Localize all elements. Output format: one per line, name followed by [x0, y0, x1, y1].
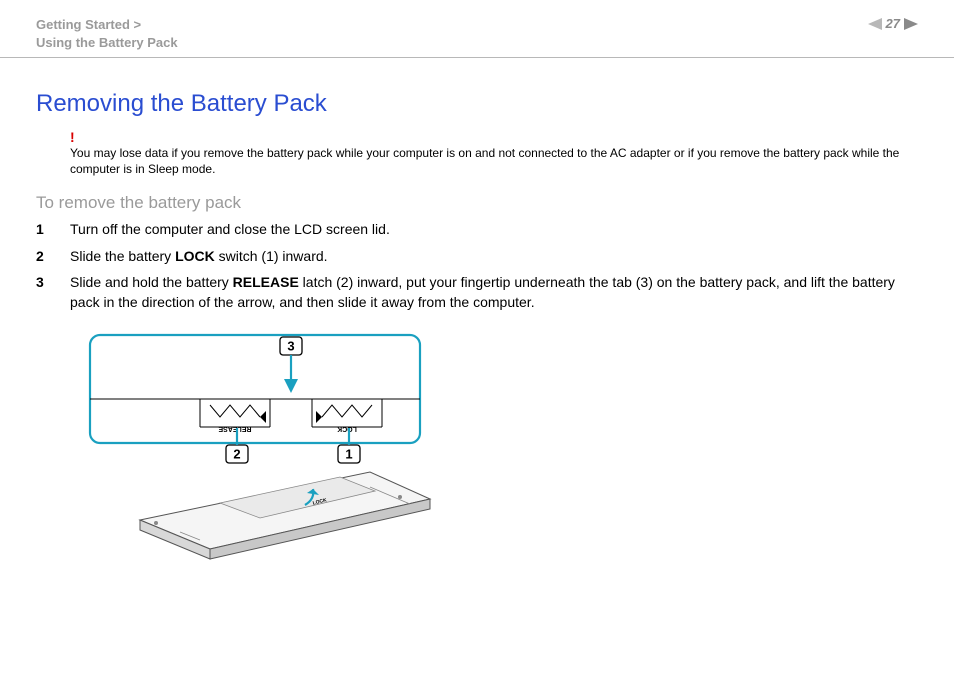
step-text-pre: Slide the battery — [70, 248, 175, 264]
callout-1: 1 — [345, 446, 352, 461]
breadcrumb-line-1: Getting Started > — [36, 17, 141, 32]
section-subtitle: To remove the battery pack — [36, 193, 918, 213]
page-header: Getting Started > Using the Battery Pack… — [0, 0, 954, 58]
next-page-icon[interactable] — [904, 18, 918, 30]
step-3: Slide and hold the battery RELEASE latch… — [36, 272, 918, 313]
step-2: Slide the battery LOCK switch (1) inward… — [36, 246, 918, 266]
callout-2: 2 — [233, 446, 240, 461]
steps-list: Turn off the computer and close the LCD … — [36, 219, 918, 312]
label-release: RELEASE — [218, 425, 251, 432]
step-text-pre: Slide and hold the battery — [70, 274, 233, 290]
battery-diagram-svg: RELEASE LOCK 3 2 1 — [70, 327, 440, 567]
breadcrumb: Getting Started > Using the Battery Pack — [36, 16, 178, 51]
step-text-bold: RELEASE — [233, 274, 299, 290]
step-1: Turn off the computer and close the LCD … — [36, 219, 918, 239]
warning-text: You may lose data if you remove the batt… — [70, 146, 899, 176]
prev-page-icon[interactable] — [868, 18, 882, 30]
diagram: RELEASE LOCK 3 2 1 — [70, 327, 918, 572]
lock-latch-arrow — [316, 405, 372, 423]
release-latch-arrow — [210, 405, 266, 423]
callout-3: 3 — [287, 338, 294, 353]
laptop-base: LOCK — [140, 472, 430, 559]
page-content: Removing the Battery Pack ! You may lose… — [0, 58, 954, 571]
label-lock: LOCK — [337, 425, 357, 432]
step-text-post: switch (1) inward. — [215, 248, 328, 264]
warning-block: ! You may lose data if you remove the ba… — [70, 128, 918, 177]
step-text: Turn off the computer and close the LCD … — [70, 221, 390, 237]
breadcrumb-line-2: Using the Battery Pack — [36, 35, 178, 50]
page-number: 27 — [886, 16, 900, 31]
warning-icon: ! — [70, 128, 918, 147]
page-title: Removing the Battery Pack — [36, 90, 918, 118]
pager: 27 — [868, 16, 918, 31]
step-text-bold: LOCK — [175, 248, 215, 264]
